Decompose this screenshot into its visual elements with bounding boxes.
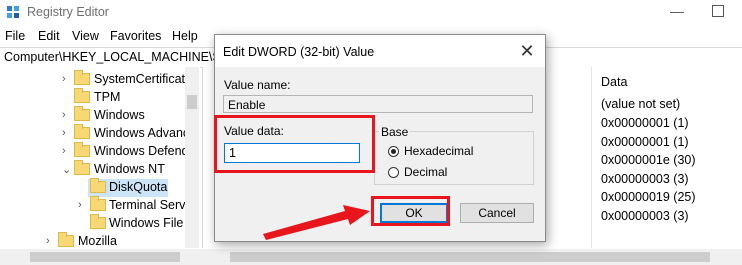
chevron-right-icon[interactable]: › [62, 145, 72, 157]
chevron-right-icon[interactable]: › [62, 127, 72, 139]
menu-view[interactable]: View [72, 29, 99, 43]
scrollbar-thumb[interactable] [187, 95, 197, 109]
registry-tree[interactable]: › SystemCertificate TPM › Windows › Wind… [0, 67, 200, 248]
decimal-radio[interactable] [388, 167, 399, 178]
menu-favorites[interactable]: Favorites [110, 29, 161, 43]
folder-icon [74, 70, 90, 85]
tree-item-label: Mozilla [78, 234, 117, 248]
close-icon[interactable]: ✕ [515, 40, 539, 62]
column-divider[interactable] [591, 67, 592, 248]
tree-item-label: TPM [94, 90, 121, 104]
folder-icon [74, 142, 90, 157]
chevron-right-icon[interactable]: › [78, 199, 88, 211]
chevron-right-icon[interactable]: › [46, 235, 56, 247]
folder-icon [74, 124, 90, 139]
tree-item-label: SystemCertificate [94, 72, 192, 86]
value-data-cell[interactable]: 0x0000001e (30) [601, 153, 696, 167]
base-label: Base [379, 125, 411, 139]
value-data-cell[interactable]: (value not set) [601, 97, 680, 111]
red-arrow-icon [263, 205, 370, 240]
folder-icon [58, 232, 74, 247]
base-group [374, 131, 534, 185]
folder-icon [90, 196, 106, 211]
tree-vertical-scrollbar[interactable] [185, 67, 199, 248]
dialog-title-bar: Edit DWORD (32-bit) Value ✕ [215, 35, 545, 67]
tree-scrollbar-thumb[interactable] [30, 252, 180, 262]
tree-item-label: Windows NT [94, 162, 165, 176]
title-bar: Registry Editor — [0, 0, 742, 26]
dialog-title: Edit DWORD (32-bit) Value [223, 45, 375, 59]
folder-icon [74, 88, 90, 103]
chevron-right-icon[interactable]: › [62, 73, 72, 85]
value-data-highlight [214, 115, 375, 173]
address-path: Computer\HKEY_LOCAL_MACHINE\SO [4, 50, 231, 64]
tree-item-label: DiskQuota [109, 180, 168, 194]
folder-icon [74, 106, 90, 121]
tree-item-label: Terminal Servic [109, 198, 195, 212]
folder-icon [74, 160, 90, 175]
value-data-cell[interactable]: 0x00000003 (3) [601, 209, 689, 223]
value-name-field: Enable [223, 95, 533, 113]
menu-file[interactable]: File [5, 29, 25, 43]
folder-icon [90, 178, 106, 193]
folder-icon [90, 214, 106, 229]
hexadecimal-label[interactable]: Hexadecimal [404, 144, 473, 158]
tree-item-label: Windows [94, 108, 145, 122]
window-title: Registry Editor [27, 5, 109, 19]
cancel-button[interactable]: Cancel [460, 203, 534, 223]
tree-item-label: Windows Defende [94, 144, 196, 158]
value-data-cell[interactable]: 0x00000001 (1) [601, 116, 689, 130]
menu-help[interactable]: Help [172, 29, 198, 43]
maximize-icon[interactable] [712, 5, 724, 17]
value-data-cell[interactable]: 0x00000001 (1) [601, 135, 689, 149]
values-scrollbar-thumb[interactable] [230, 252, 710, 262]
hexadecimal-radio[interactable] [388, 146, 399, 157]
registry-editor-icon [7, 6, 19, 18]
value-name-label: Value name: [224, 78, 291, 92]
tree-item-label: Windows File P [109, 216, 196, 230]
chevron-right-icon[interactable]: › [62, 109, 72, 121]
horizontal-scrollbar[interactable] [0, 249, 742, 265]
menu-edit[interactable]: Edit [38, 29, 60, 43]
minimize-icon[interactable]: — [670, 3, 684, 19]
value-data-cell[interactable]: 0x00000019 (25) [601, 190, 696, 204]
chevron-down-icon[interactable]: ⌄ [62, 163, 72, 176]
tree-item-label: Windows Advanc [94, 126, 190, 140]
value-data-cell[interactable]: 0x00000003 (3) [601, 172, 689, 186]
column-header-data[interactable]: Data [601, 75, 627, 89]
decimal-label[interactable]: Decimal [404, 165, 447, 179]
